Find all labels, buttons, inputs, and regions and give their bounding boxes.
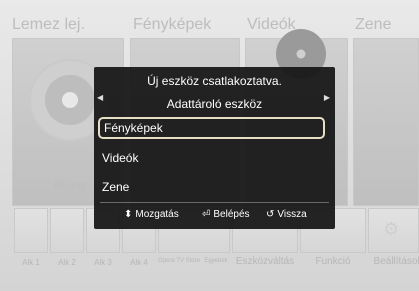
menu-item-music[interactable]: Zene: [98, 176, 325, 198]
app-label-4: Alk 4: [130, 258, 148, 267]
footer-divider: [100, 202, 329, 203]
return-icon: ↺: [266, 209, 275, 220]
function-label: Funkció: [315, 256, 351, 267]
app-tile-1[interactable]: [14, 208, 48, 253]
category-photos[interactable]: Fényképek: [133, 16, 211, 34]
app-tile-2[interactable]: [50, 208, 84, 253]
up-down-arrows-icon: ⬍: [124, 209, 133, 220]
app-label-more: Egyebek: [204, 258, 228, 264]
right-triangle-icon[interactable]: ▶: [324, 93, 330, 102]
dialog-title: Új eszköz csatlakoztatva.: [147, 74, 282, 88]
settings-label: Beállítások: [373, 256, 419, 267]
gear-icon: ⚙: [383, 219, 400, 239]
app-label-opera: Opera TV Store: [158, 258, 200, 264]
app-label-3: Alk 3: [94, 258, 112, 267]
disc-type-label: Blu-ray: [54, 180, 86, 191]
music-panel[interactable]: [353, 38, 419, 206]
home-screen: Lemez lej. Fényképek Videók Zene Blu-ray…: [0, 0, 419, 291]
device-switch-label: Eszközváltás: [235, 256, 295, 267]
device-name: Adattároló eszköz: [166, 97, 263, 111]
footer-move: ⬍ Mozgatás: [124, 209, 179, 220]
footer-back: ↺ Vissza: [266, 209, 307, 220]
app-label-2: Alk 2: [58, 258, 76, 267]
menu-item-photos[interactable]: Fényképek: [98, 117, 325, 139]
app-label-1: Alk 1: [22, 258, 40, 267]
settings-tile[interactable]: ⚙: [368, 208, 419, 253]
category-music[interactable]: Zene: [355, 16, 391, 34]
footer-enter: ⏎ Belépés: [202, 209, 250, 220]
menu-item-videos[interactable]: Videók: [98, 147, 325, 169]
category-disc[interactable]: Lemez lej.: [12, 16, 85, 34]
enter-icon: ⏎: [202, 209, 211, 220]
new-device-dialog: Új eszköz csatlakoztatva. ◀ Adattároló e…: [94, 67, 335, 229]
